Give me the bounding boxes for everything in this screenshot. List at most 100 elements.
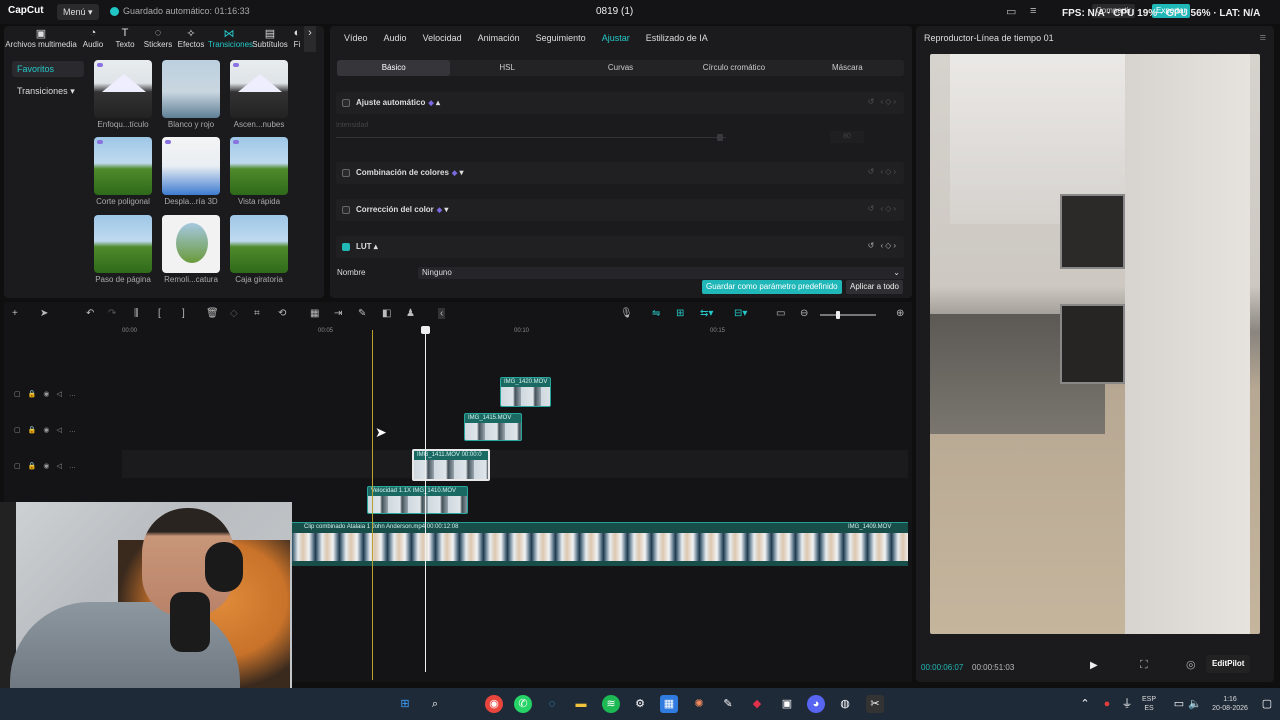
discord-icon[interactable]: ◕ bbox=[807, 695, 825, 713]
zoom-slider[interactable] bbox=[820, 314, 876, 316]
subtab-curves[interactable]: Curvas bbox=[564, 60, 677, 76]
delete-icon[interactable]: 🗑 bbox=[206, 308, 219, 319]
video-preview[interactable] bbox=[930, 54, 1260, 634]
chrome-icon[interactable]: ◉ bbox=[485, 695, 503, 713]
spotify-icon[interactable]: ≋ bbox=[602, 695, 620, 713]
play-icon[interactable]: ▶ bbox=[1090, 660, 1098, 671]
link-icon[interactable]: ⇋ bbox=[652, 308, 660, 319]
preview-axis-icon[interactable]: ⊟▾ bbox=[734, 308, 747, 319]
store-icon[interactable]: ▦ bbox=[660, 695, 678, 713]
add-icon[interactable]: + bbox=[12, 308, 18, 319]
zoom-in-icon[interactable]: ⊕ bbox=[896, 308, 904, 319]
tab-text[interactable]: T Texto bbox=[108, 26, 142, 52]
keyframe-controls[interactable]: ↺ ‹◇› bbox=[868, 204, 898, 213]
lut-checkbox[interactable] bbox=[342, 243, 350, 251]
tab-ai-style[interactable]: Estilizado de IA bbox=[638, 30, 716, 46]
transition-thumb[interactable] bbox=[162, 137, 220, 195]
subtab-basic[interactable]: Básico bbox=[337, 60, 451, 76]
reverse-icon[interactable]: ⇥ bbox=[334, 308, 342, 319]
color-correction-checkbox[interactable] bbox=[342, 206, 350, 214]
save-preset-button[interactable]: Guardar como parámetro predefinido bbox=[702, 280, 842, 294]
sidebar-item-transitions[interactable]: Transiciones ▾ bbox=[12, 83, 84, 99]
notifications-icon[interactable]: ▢ bbox=[1258, 695, 1276, 713]
intensity-slider-handle[interactable] bbox=[717, 134, 723, 141]
transition-thumb[interactable] bbox=[162, 60, 220, 118]
player-menu-icon[interactable]: ≡ bbox=[1260, 32, 1266, 44]
transform-icon[interactable]: ⟲ bbox=[278, 308, 286, 319]
whatsapp-icon[interactable]: ✆ bbox=[514, 695, 532, 713]
split-icon[interactable]: ⫼ bbox=[134, 308, 139, 319]
sidebar-item-favorites[interactable]: Favoritos bbox=[12, 61, 84, 77]
tab-video[interactable]: Vídeo bbox=[336, 30, 376, 46]
subtab-color-wheel[interactable]: Círculo cromático bbox=[677, 60, 790, 76]
keyframe-controls[interactable]: ↺ ‹◇› bbox=[868, 167, 898, 176]
split-right-icon[interactable]: ] bbox=[182, 308, 185, 319]
language-indicator[interactable]: ESP ES bbox=[1142, 695, 1156, 713]
lut-name-select[interactable]: Ninguno ⌄ bbox=[418, 267, 904, 279]
obs-icon[interactable]: ◍ bbox=[836, 695, 854, 713]
search-icon[interactable]: ⌕ bbox=[426, 695, 444, 713]
transition-thumb[interactable] bbox=[230, 137, 288, 195]
freeze-icon[interactable]: ▦ bbox=[310, 308, 319, 319]
tab-animation[interactable]: Animación bbox=[470, 30, 528, 46]
apply-all-button[interactable]: Aplicar a todo bbox=[846, 280, 903, 294]
transition-thumb[interactable] bbox=[94, 137, 152, 195]
transition-thumb[interactable] bbox=[162, 215, 220, 273]
tab-subtitles[interactable]: ▤ Subtítulos bbox=[250, 26, 290, 52]
app-red-icon[interactable]: ◆ bbox=[748, 695, 766, 713]
edge-icon[interactable]: ◌ bbox=[543, 695, 561, 713]
caption-icon[interactable]: ▭ bbox=[776, 308, 785, 319]
editpilot-icon[interactable]: ◎ bbox=[1186, 658, 1196, 671]
folder-icon[interactable]: ▬ bbox=[572, 695, 590, 713]
auto-adjust-checkbox[interactable] bbox=[342, 99, 350, 107]
transition-thumb[interactable] bbox=[94, 60, 152, 118]
brush-icon[interactable]: ✎ bbox=[358, 308, 366, 319]
undo-icon[interactable]: ↶ bbox=[86, 308, 94, 319]
microphone-icon[interactable]: 🎙 bbox=[620, 308, 633, 319]
transition-thumb[interactable] bbox=[230, 60, 288, 118]
clock[interactable]: 1:16 20-08-2026 bbox=[1206, 695, 1254, 713]
intensity-value[interactable]: 80 bbox=[830, 131, 864, 143]
intensity-slider[interactable] bbox=[336, 137, 726, 138]
settings-icon[interactable]: ⚙ bbox=[631, 695, 649, 713]
playhead[interactable] bbox=[425, 330, 426, 672]
subtab-hsl[interactable]: HSL bbox=[450, 60, 563, 76]
fullscreen-icon[interactable]: ⛶ bbox=[1140, 659, 1148, 672]
collapse-toolbar-icon[interactable]: ‹ bbox=[438, 308, 446, 319]
keyframe-controls[interactable]: ↺ ‹◇› bbox=[868, 241, 898, 250]
tray-app-icon[interactable]: ● bbox=[1098, 695, 1116, 713]
timeline-clip-selected[interactable]: IMG_1411.MOV 00:00:0 bbox=[412, 449, 490, 481]
tab-tracking[interactable]: Seguimiento bbox=[528, 30, 594, 46]
linkage-icon[interactable]: ⇆▾ bbox=[700, 308, 713, 319]
keyframe-controls[interactable]: ↺ ‹◇› bbox=[868, 97, 898, 106]
tab-audio[interactable]: Audio bbox=[376, 30, 415, 46]
tab-adjust[interactable]: Ajustar bbox=[594, 30, 638, 46]
mic-tray-icon[interactable]: ⏚ bbox=[1118, 695, 1136, 713]
timeline-clip[interactable]: IMG_1420.MOV bbox=[500, 377, 551, 407]
subtab-mask[interactable]: Máscara bbox=[791, 60, 904, 76]
tab-filters[interactable]: ◐ Fi bbox=[290, 26, 304, 52]
transition-thumb[interactable] bbox=[230, 215, 288, 273]
timeline-clip[interactable]: IMG_1415.MOV bbox=[464, 413, 522, 441]
editpilot-button[interactable]: EditPilot bbox=[1206, 655, 1251, 673]
tab-transitions[interactable]: ⋈ Transiciones bbox=[208, 26, 253, 52]
zoom-out-icon[interactable]: ⊖ bbox=[800, 308, 808, 319]
timeline-ruler[interactable]: 00:00 00:05 00:10 00:15 bbox=[4, 328, 912, 340]
mirror-icon[interactable]: ◧ bbox=[382, 308, 391, 319]
track-controls[interactable]: ▢🔒◉◁… bbox=[14, 390, 83, 398]
select-tool-icon[interactable]: ➤ bbox=[40, 308, 48, 319]
tray-expand-icon[interactable]: ⌃ bbox=[1076, 695, 1094, 713]
track-controls[interactable]: ▢🔒◉◁… bbox=[14, 462, 83, 470]
tab-speed[interactable]: Velocidad bbox=[415, 30, 470, 46]
settings-icon[interactable]: ≡ bbox=[1030, 5, 1036, 17]
volume-icon[interactable]: 🔈 bbox=[1186, 695, 1204, 713]
tabs-scroll-right[interactable]: › bbox=[304, 26, 316, 52]
track-controls[interactable]: ▢🔒◉◁… bbox=[14, 426, 83, 434]
menu-button[interactable]: Menú ▾ bbox=[57, 4, 99, 20]
windows-start-icon[interactable]: ⊞ bbox=[396, 695, 414, 713]
project-title[interactable]: 0819 (1) bbox=[596, 6, 633, 17]
tab-media[interactable]: ▣ Archivos multimedia bbox=[4, 26, 78, 52]
pen-icon[interactable]: ✎ bbox=[719, 695, 737, 713]
tab-stickers[interactable]: ◌ Stickers bbox=[142, 26, 174, 52]
transition-thumb[interactable] bbox=[94, 215, 152, 273]
